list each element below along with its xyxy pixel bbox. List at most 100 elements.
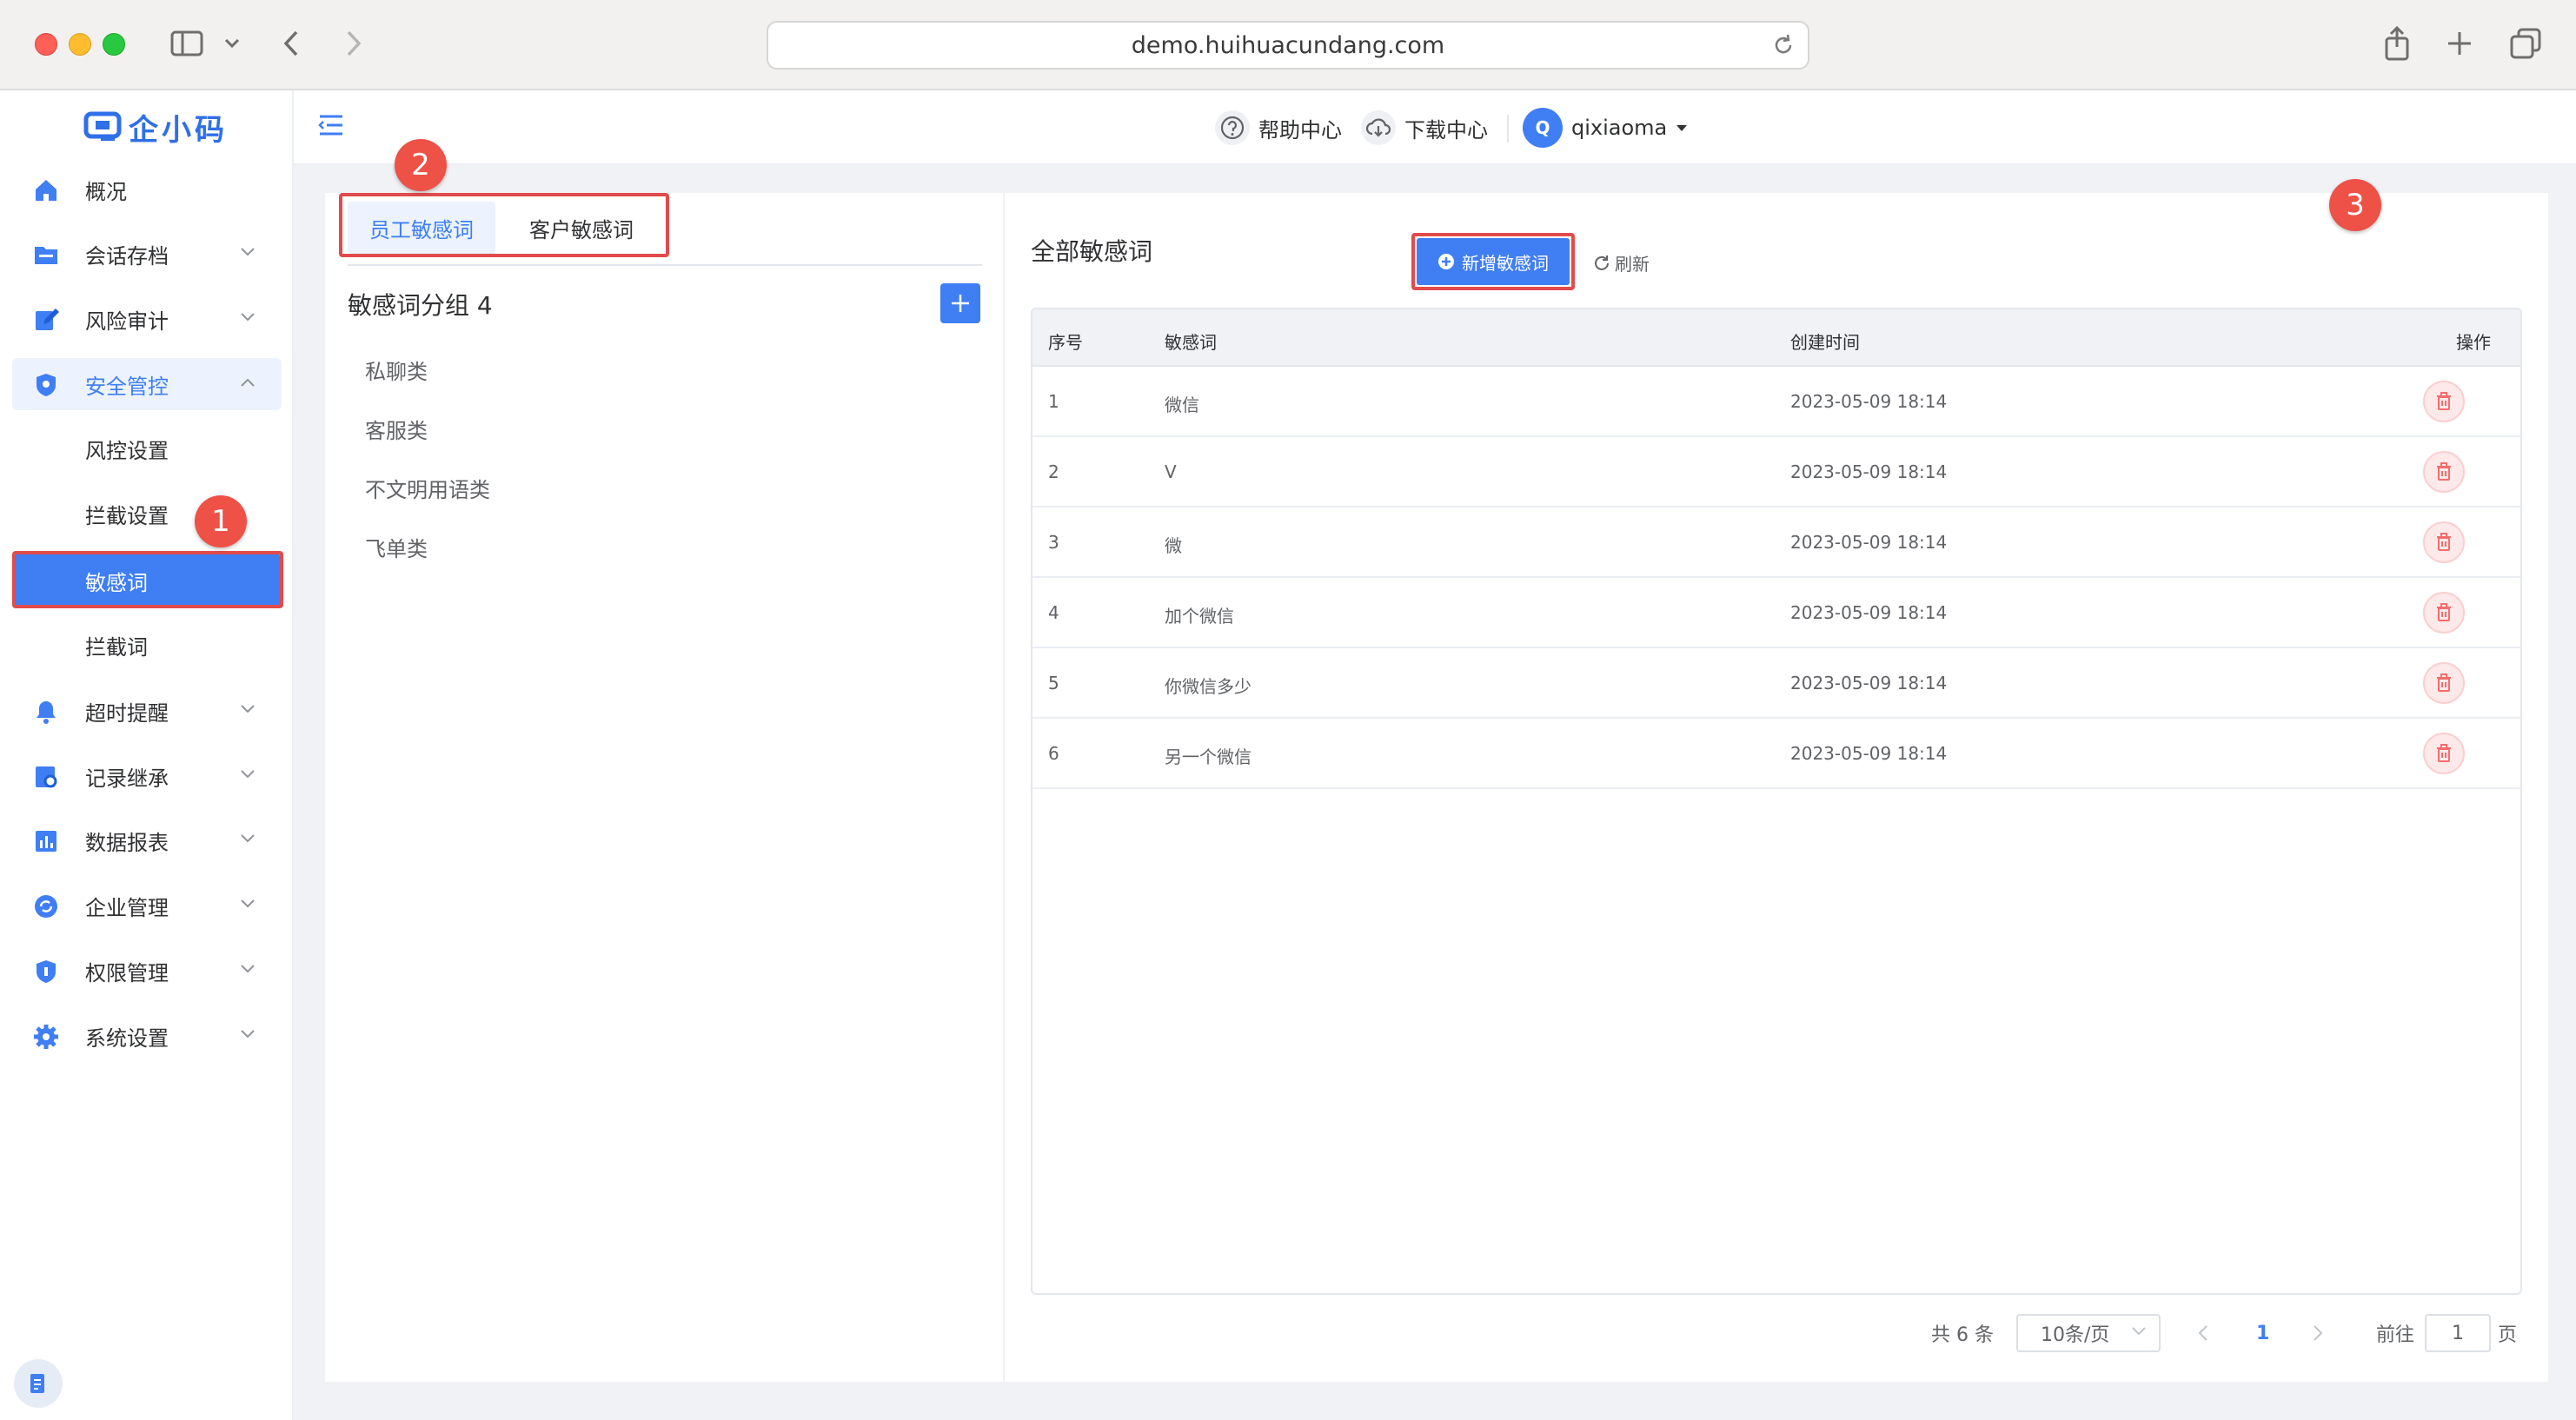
- sidebar-item-permissions[interactable]: 权限管理: [12, 945, 282, 997]
- sidebar-item-label: 风控设置: [85, 438, 169, 463]
- word-list-title: 全部敏感词: [1031, 237, 1153, 266]
- header-divider: [1507, 115, 1509, 143]
- new-tab-icon[interactable]: [2442, 24, 2477, 63]
- address-bar[interactable]: demo.huihuacundang.com: [767, 21, 1809, 70]
- minimize-window-button[interactable]: [69, 33, 91, 56]
- row-number: 3: [1048, 532, 1059, 553]
- table-row: 4 加个微信 2023-05-09 18:14: [1032, 578, 2520, 648]
- document-fab[interactable]: [14, 1359, 63, 1408]
- edit-icon: [36, 309, 59, 330]
- folder-icon: [35, 247, 57, 264]
- delete-button[interactable]: [2423, 592, 2465, 634]
- help-center-link[interactable]: 帮助中心: [1215, 109, 1342, 146]
- row-created-time: 2023-05-09 18:14: [1790, 743, 1948, 764]
- sidebar-item-system-settings[interactable]: 系统设置: [12, 1010, 282, 1062]
- group-list-title: 敏感词分组 4: [348, 291, 493, 320]
- delete-button[interactable]: [2423, 451, 2465, 493]
- column-header: 序号: [1048, 332, 1083, 353]
- row-word: V: [1165, 461, 1177, 482]
- bell-icon: [37, 701, 56, 724]
- trash-icon: [2437, 462, 2451, 481]
- sidebar-item-data-report[interactable]: 数据报表: [12, 814, 282, 866]
- row-created-time: 2023-05-09 18:14: [1790, 391, 1948, 412]
- top-header: 帮助中心 下载中心 Q qixiaoma: [294, 90, 2576, 165]
- delete-button[interactable]: [2423, 733, 2465, 774]
- sync-icon: [35, 895, 57, 918]
- collapse-menu-icon[interactable]: [318, 113, 344, 141]
- logo[interactable]: 企小码: [83, 106, 228, 148]
- page-size-select[interactable]: 10条/页: [2016, 1314, 2161, 1352]
- url-text: demo.huihuacundang.com: [1131, 31, 1445, 59]
- trash-icon: [2437, 392, 2451, 410]
- goto-suffix: 页: [2498, 1324, 2518, 1346]
- chevron-left-icon: [2198, 1325, 2208, 1341]
- bar-chart-icon: [36, 831, 56, 852]
- sidebar-item-label: 风险审计: [85, 309, 169, 334]
- help-center-label: 帮助中心: [1258, 117, 1342, 143]
- sidebar-item-risk-settings[interactable]: 风控设置: [12, 422, 282, 474]
- row-created-time: 2023-05-09 18:14: [1790, 461, 1948, 482]
- delete-button[interactable]: [2423, 521, 2465, 563]
- sidebar-item-intercept-words[interactable]: 拦截词: [12, 619, 282, 671]
- forward-icon[interactable]: [339, 24, 368, 63]
- reload-icon[interactable]: [1771, 33, 1796, 63]
- goto-page-input[interactable]: 1: [2425, 1314, 2491, 1352]
- sidebar-item-label: 超时提醒: [85, 700, 169, 726]
- sidebar-item-record-inherit[interactable]: 记录继承: [12, 750, 282, 802]
- shield-icon: [37, 374, 56, 396]
- page-number-current[interactable]: 1: [2256, 1312, 2269, 1354]
- avatar: Q: [1523, 108, 1563, 148]
- sidebar-item-label: 数据报表: [85, 830, 169, 855]
- sidebar-item-session-archive[interactable]: 会话存档: [12, 228, 282, 280]
- sidebar-item-label: 会话存档: [85, 243, 169, 269]
- column-header: 敏感词: [1165, 332, 1217, 353]
- sidebar-item-security[interactable]: 安全管控: [12, 358, 282, 410]
- row-created-time: 2023-05-09 18:14: [1790, 673, 1948, 693]
- user-menu[interactable]: Q qixiaoma: [1523, 108, 1688, 148]
- next-page-button[interactable]: [2312, 1312, 2324, 1354]
- tab-overview-icon[interactable]: [2506, 24, 2545, 63]
- gear-icon: [34, 1025, 58, 1049]
- trash-icon: [2437, 533, 2451, 551]
- document-icon: [30, 1374, 44, 1393]
- annotation-badge-2: 2: [395, 139, 447, 191]
- sidebar-item-overview[interactable]: 概况: [12, 163, 282, 216]
- chevron-down-icon: [241, 705, 255, 713]
- sidebar-item-label: 拦截设置: [85, 503, 169, 528]
- chevron-down-icon[interactable]: [221, 24, 243, 63]
- row-created-time: 2023-05-09 18:14: [1790, 602, 1948, 623]
- download-center-link[interactable]: 下载中心: [1361, 109, 1488, 146]
- question-icon: [1215, 110, 1250, 145]
- delete-button[interactable]: [2423, 662, 2465, 704]
- delete-button[interactable]: [2423, 381, 2465, 422]
- sidebar-item-enterprise[interactable]: 企业管理: [12, 879, 282, 932]
- group-item[interactable]: 不文明用语类: [365, 473, 490, 503]
- share-icon[interactable]: [2380, 24, 2414, 63]
- browser-toolbar: demo.huihuacundang.com: [0, 0, 2576, 90]
- caret-down-icon: [1676, 125, 1688, 131]
- add-group-button[interactable]: [940, 283, 980, 323]
- chevron-down-icon: [241, 313, 255, 322]
- prev-page-button[interactable]: [2197, 1312, 2209, 1354]
- row-word: 微: [1165, 535, 1182, 556]
- sidebar-item-label: 拦截词: [85, 634, 148, 660]
- close-window-button[interactable]: [35, 33, 57, 56]
- highlight-box-1: [12, 551, 283, 608]
- table-row: 1 微信 2023-05-09 18:14: [1032, 367, 2520, 437]
- group-item[interactable]: 客服类: [365, 414, 428, 444]
- back-icon[interactable]: [276, 24, 306, 63]
- row-number: 2: [1048, 461, 1059, 482]
- row-number: 4: [1048, 602, 1059, 623]
- sidebar-toggle-icon[interactable]: [165, 24, 209, 63]
- trash-icon: [2437, 603, 2451, 621]
- chevron-down-icon: [241, 965, 255, 973]
- sidebar-item-risk-audit[interactable]: 风险审计: [12, 293, 282, 345]
- group-item[interactable]: 飞单类: [365, 532, 428, 562]
- goto-prefix: 前往: [2376, 1324, 2415, 1346]
- maximize-window-button[interactable]: [103, 33, 125, 56]
- annotation-badge-3: 3: [2329, 179, 2381, 231]
- sidebar-item-timeout-reminder[interactable]: 超时提醒: [12, 685, 282, 737]
- group-item[interactable]: 私聊类: [365, 355, 428, 385]
- refresh-button[interactable]: 刷新: [1592, 250, 1650, 275]
- annotation-badge-1: 1: [195, 495, 247, 547]
